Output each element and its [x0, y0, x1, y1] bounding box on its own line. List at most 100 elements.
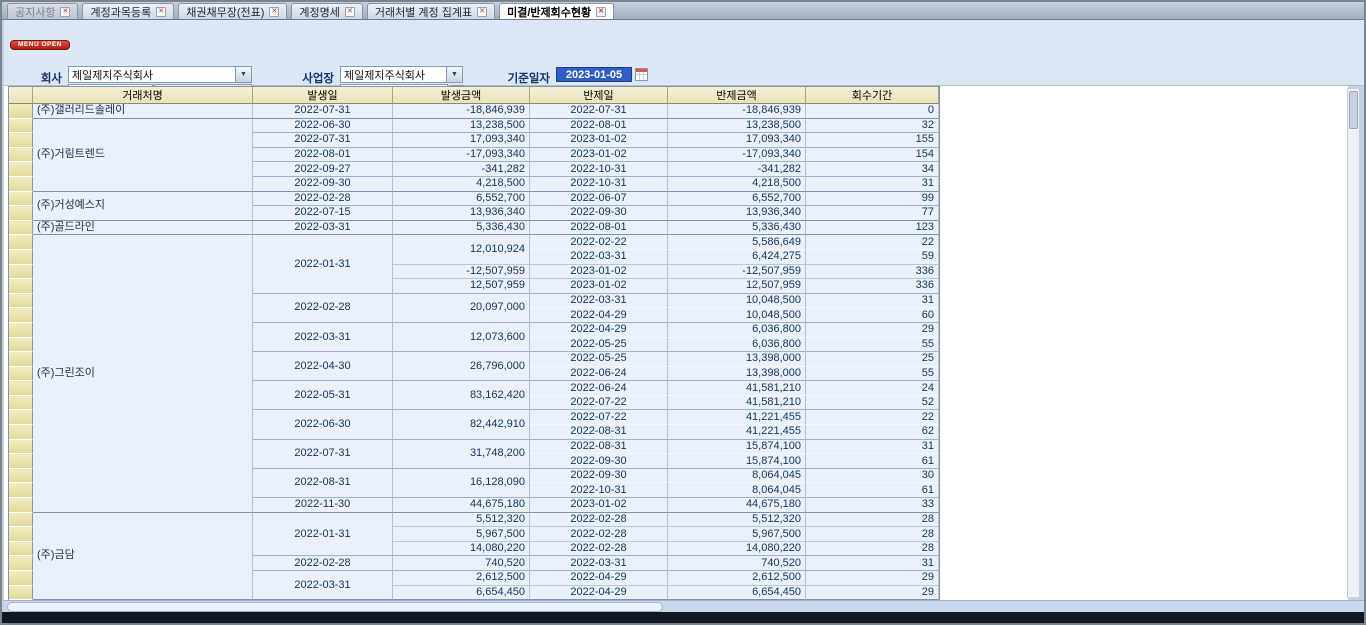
row-selector[interactable]	[9, 206, 33, 221]
occurrence-date-cell[interactable]: 2022-03-31	[253, 571, 393, 600]
settlement-date-cell[interactable]: 2023-01-02	[530, 148, 668, 163]
settlement-amount-cell[interactable]: 6,424,275	[668, 250, 806, 265]
collection-days-cell[interactable]: 59	[806, 250, 939, 265]
row-selector[interactable]	[9, 250, 33, 265]
settlement-date-cell[interactable]: 2022-07-22	[530, 396, 668, 411]
chevron-down-icon[interactable]: ▼	[446, 67, 462, 82]
occurrence-amount-cell[interactable]: 31,748,200	[393, 440, 530, 469]
settlement-amount-cell[interactable]: 41,581,210	[668, 396, 806, 411]
collection-days-cell[interactable]: 22	[806, 235, 939, 250]
occurrence-amount-cell[interactable]: 5,967,500	[393, 527, 530, 542]
collection-days-cell[interactable]: 61	[806, 483, 939, 498]
column-header-2[interactable]: 발생일	[253, 87, 393, 104]
settlement-amount-cell[interactable]: -18,846,939	[668, 104, 806, 119]
occurrence-amount-cell[interactable]: -12,507,959	[393, 265, 530, 280]
collection-days-cell[interactable]: 154	[806, 148, 939, 163]
tab-4[interactable]: 계정명세✕	[291, 3, 362, 19]
occurrence-amount-cell[interactable]: -17,093,340	[393, 148, 530, 163]
row-selector[interactable]	[9, 454, 33, 469]
column-header-3[interactable]: 발생금액	[393, 87, 530, 104]
row-selector[interactable]	[9, 571, 33, 586]
collection-days-cell[interactable]: 55	[806, 338, 939, 353]
row-selector[interactable]	[9, 440, 33, 455]
settlement-amount-cell[interactable]: 17,093,340	[668, 133, 806, 148]
collection-days-cell[interactable]: 28	[806, 527, 939, 542]
settlement-amount-cell[interactable]: 41,221,455	[668, 410, 806, 425]
settlement-amount-cell[interactable]: 6,036,800	[668, 323, 806, 338]
calendar-icon[interactable]	[635, 68, 648, 81]
settlement-amount-cell[interactable]: 6,552,700	[668, 192, 806, 207]
settlement-date-cell[interactable]: 2022-06-24	[530, 367, 668, 382]
settlement-date-cell[interactable]: 2022-06-24	[530, 381, 668, 396]
settlement-date-cell[interactable]: 2022-05-25	[530, 352, 668, 367]
occurrence-amount-cell[interactable]: 12,073,600	[393, 323, 530, 352]
occurrence-amount-cell[interactable]: 26,796,000	[393, 352, 530, 381]
settlement-date-cell[interactable]: 2022-02-28	[530, 542, 668, 557]
row-selector[interactable]	[9, 483, 33, 498]
occurrence-amount-cell[interactable]: 4,218,500	[393, 177, 530, 192]
settlement-date-cell[interactable]: 2022-10-31	[530, 177, 668, 192]
customer-name-cell[interactable]: (주)금담	[33, 513, 253, 600]
row-selector[interactable]	[9, 586, 33, 600]
settlement-date-cell[interactable]: 2022-03-31	[530, 250, 668, 265]
collection-days-cell[interactable]: 31	[806, 556, 939, 571]
collection-days-cell[interactable]: 31	[806, 294, 939, 309]
occurrence-amount-cell[interactable]: 5,512,320	[393, 513, 530, 528]
occurrence-amount-cell[interactable]: 83,162,420	[393, 381, 530, 410]
occurrence-amount-cell[interactable]: 12,507,959	[393, 279, 530, 294]
collection-days-cell[interactable]: 336	[806, 265, 939, 280]
occurrence-amount-cell[interactable]: 13,238,500	[393, 119, 530, 134]
vertical-scrollbar-thumb[interactable]	[1349, 91, 1358, 129]
settlement-date-cell[interactable]: 2022-08-01	[530, 119, 668, 134]
collection-days-cell[interactable]: 31	[806, 440, 939, 455]
vertical-scrollbar[interactable]	[1347, 88, 1360, 598]
occurrence-date-cell[interactable]: 2022-07-15	[253, 206, 393, 221]
menu-open-button[interactable]: MENU OPEN	[10, 40, 70, 50]
settlement-amount-cell[interactable]: 13,398,000	[668, 367, 806, 382]
row-selector[interactable]	[9, 192, 33, 207]
settlement-date-cell[interactable]: 2022-09-30	[530, 469, 668, 484]
chevron-down-icon[interactable]: ▼	[235, 67, 251, 82]
row-selector[interactable]	[9, 352, 33, 367]
row-selector[interactable]	[9, 498, 33, 513]
collection-days-cell[interactable]: 28	[806, 542, 939, 557]
occurrence-date-cell[interactable]: 2022-05-31	[253, 381, 393, 410]
collection-days-cell[interactable]: 29	[806, 323, 939, 338]
settlement-amount-cell[interactable]: 44,675,180	[668, 498, 806, 513]
settlement-date-cell[interactable]: 2022-04-29	[530, 308, 668, 323]
tab-close-icon[interactable]: ✕	[345, 7, 355, 17]
settlement-amount-cell[interactable]: 10,048,500	[668, 294, 806, 309]
row-selector[interactable]	[9, 381, 33, 396]
settlement-amount-cell[interactable]: 10,048,500	[668, 308, 806, 323]
occurrence-amount-cell[interactable]: 82,442,910	[393, 410, 530, 439]
collection-days-cell[interactable]: 28	[806, 513, 939, 528]
settlement-date-cell[interactable]: 2022-10-31	[530, 162, 668, 177]
row-selector[interactable]	[9, 177, 33, 192]
settlement-amount-cell[interactable]: 6,654,450	[668, 586, 806, 600]
occurrence-date-cell[interactable]: 2022-06-30	[253, 119, 393, 134]
site-select[interactable]: 제일제지주식회사 ▼	[340, 66, 463, 83]
row-selector[interactable]	[9, 542, 33, 557]
settlement-date-cell[interactable]: 2022-03-31	[530, 294, 668, 309]
collection-days-cell[interactable]: 0	[806, 104, 939, 119]
occurrence-date-cell[interactable]: 2022-11-30	[253, 498, 393, 513]
collection-days-cell[interactable]: 32	[806, 119, 939, 134]
row-selector[interactable]	[9, 513, 33, 528]
settlement-amount-cell[interactable]: 14,080,220	[668, 542, 806, 557]
collection-days-cell[interactable]: 62	[806, 425, 939, 440]
collection-days-cell[interactable]: 60	[806, 308, 939, 323]
occurrence-date-cell[interactable]: 2022-09-30	[253, 177, 393, 192]
row-selector[interactable]	[9, 294, 33, 309]
row-selector[interactable]	[9, 396, 33, 411]
row-selector[interactable]	[9, 527, 33, 542]
settlement-amount-cell[interactable]: 5,512,320	[668, 513, 806, 528]
collection-days-cell[interactable]: 155	[806, 133, 939, 148]
occurrence-amount-cell[interactable]: -341,282	[393, 162, 530, 177]
settlement-amount-cell[interactable]: -17,093,340	[668, 148, 806, 163]
settlement-date-cell[interactable]: 2022-08-01	[530, 221, 668, 236]
collection-days-cell[interactable]: 30	[806, 469, 939, 484]
collection-days-cell[interactable]: 24	[806, 381, 939, 396]
row-selector[interactable]	[9, 338, 33, 353]
settlement-date-cell[interactable]: 2022-09-30	[530, 206, 668, 221]
column-header-5[interactable]: 반제금액	[668, 87, 806, 104]
